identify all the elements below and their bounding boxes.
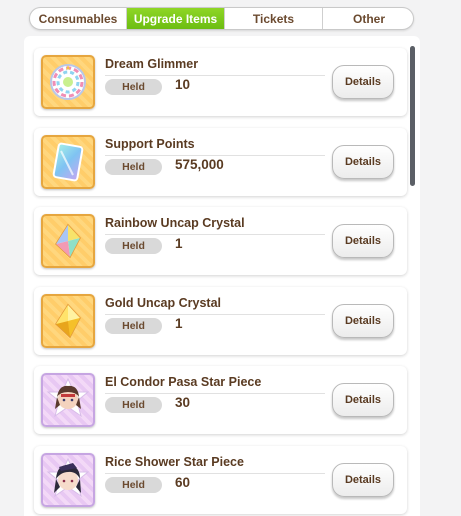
held-quantity: 60 — [175, 475, 191, 490]
rainbow-crystal-icon — [41, 214, 95, 268]
held-quantity: 10 — [175, 77, 191, 92]
details-button[interactable]: Details — [332, 304, 394, 338]
details-button[interactable]: Details — [332, 224, 394, 258]
held-quantity: 1 — [175, 316, 183, 331]
tab-consumables[interactable]: Consumables — [30, 8, 127, 29]
list-item: Gold Uncap Crystal Held 1 Details — [34, 287, 407, 355]
held-quantity: 1 — [175, 236, 183, 251]
divider — [105, 473, 325, 474]
divider — [105, 314, 325, 315]
list-item: Dream Glimmer Held 10 Details — [34, 48, 407, 116]
details-button[interactable]: Details — [332, 463, 394, 497]
item-name: Gold Uncap Crystal — [105, 296, 221, 310]
support-points-icon — [41, 135, 95, 189]
list-item: Rainbow Uncap Crystal Held 1 Details — [34, 207, 407, 275]
divider — [105, 75, 325, 76]
divider — [105, 234, 325, 235]
list-item: El Condor Pasa Star Piece Held 30 Detail… — [34, 366, 407, 434]
dream-glimmer-icon — [41, 55, 95, 109]
held-quantity: 575,000 — [175, 157, 224, 172]
held-quantity: 30 — [175, 395, 191, 410]
tab-other[interactable]: Other — [323, 8, 413, 29]
category-tabs: Consumables Upgrade Items Tickets Other — [29, 7, 414, 30]
list-item: Rice Shower Star Piece Held 60 Details — [34, 446, 407, 514]
held-badge: Held — [105, 159, 162, 175]
divider — [105, 393, 325, 394]
tab-upgrade-items[interactable]: Upgrade Items — [127, 8, 225, 29]
gold-crystal-icon — [41, 294, 95, 348]
character-portrait-icon — [41, 373, 95, 427]
scrollbar[interactable] — [410, 46, 415, 186]
details-button[interactable]: Details — [332, 145, 394, 179]
item-name: Dream Glimmer — [105, 57, 199, 71]
list-item: Support Points Held 575,000 Details — [34, 128, 407, 196]
held-badge: Held — [105, 397, 162, 413]
held-badge: Held — [105, 238, 162, 254]
held-badge: Held — [105, 79, 162, 95]
details-button[interactable]: Details — [332, 383, 394, 417]
item-name: Rice Shower Star Piece — [105, 455, 244, 469]
item-name: El Condor Pasa Star Piece — [105, 375, 262, 389]
divider — [105, 155, 325, 156]
item-name: Support Points — [105, 137, 195, 151]
held-badge: Held — [105, 318, 162, 334]
held-badge: Held — [105, 477, 162, 493]
item-name: Rainbow Uncap Crystal — [105, 216, 245, 230]
tab-tickets[interactable]: Tickets — [225, 8, 323, 29]
character-portrait-icon — [41, 453, 95, 507]
details-button[interactable]: Details — [332, 65, 394, 99]
